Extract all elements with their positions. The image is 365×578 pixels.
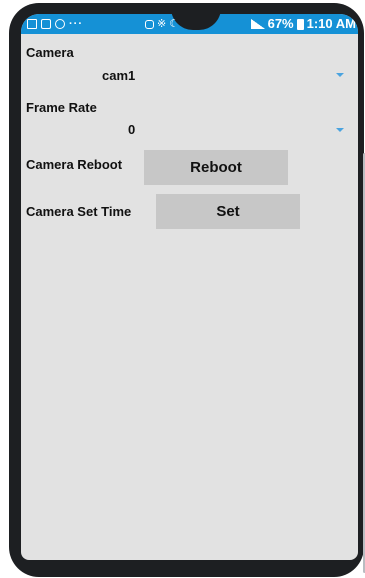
alarm-icon	[145, 19, 154, 29]
frame-rate-label: Frame Rate	[26, 100, 97, 115]
camera-label: Camera	[26, 45, 74, 60]
status-bar: ··· ※ ☾ 67% 1:10 AM	[21, 14, 358, 34]
screen: ··· ※ ☾ 67% 1:10 AM Camera cam1 Frame Ra…	[21, 14, 358, 560]
bluetooth-icon: ※	[157, 18, 167, 30]
set-time-button[interactable]: Set	[156, 194, 300, 229]
camera-settings-form: Camera cam1 Frame Rate 0 Camera Reboot R…	[21, 34, 358, 560]
battery-icon	[296, 18, 304, 30]
image-icon	[27, 19, 37, 29]
status-mid-icons: ※ ☾	[145, 17, 179, 31]
clock-icon	[55, 19, 65, 29]
status-right: 67% 1:10 AM	[250, 16, 356, 32]
camera-set-time-label: Camera Set Time	[26, 204, 132, 219]
gallery-icon	[41, 19, 51, 29]
camera-spinner[interactable]: cam1	[26, 62, 352, 84]
camera-value: cam1	[102, 68, 136, 83]
signal-icon	[250, 19, 265, 29]
battery-percent: 67%	[267, 16, 294, 31]
clock-time: 1:10 AM	[306, 16, 356, 31]
camera-reboot-label: Camera Reboot	[26, 157, 123, 172]
chevron-down-icon	[336, 73, 344, 77]
reboot-button[interactable]: Reboot	[144, 150, 288, 185]
more-notifications-dots: ···	[69, 18, 83, 30]
phone-frame: ··· ※ ☾ 67% 1:10 AM Camera cam1 Frame Ra…	[9, 3, 365, 577]
chevron-down-icon	[336, 128, 344, 132]
status-left-icons: ···	[27, 17, 83, 31]
frame-rate-value: 0	[128, 122, 136, 137]
mute-icon: ☾	[169, 18, 180, 30]
frame-rate-spinner[interactable]: 0	[26, 116, 352, 138]
